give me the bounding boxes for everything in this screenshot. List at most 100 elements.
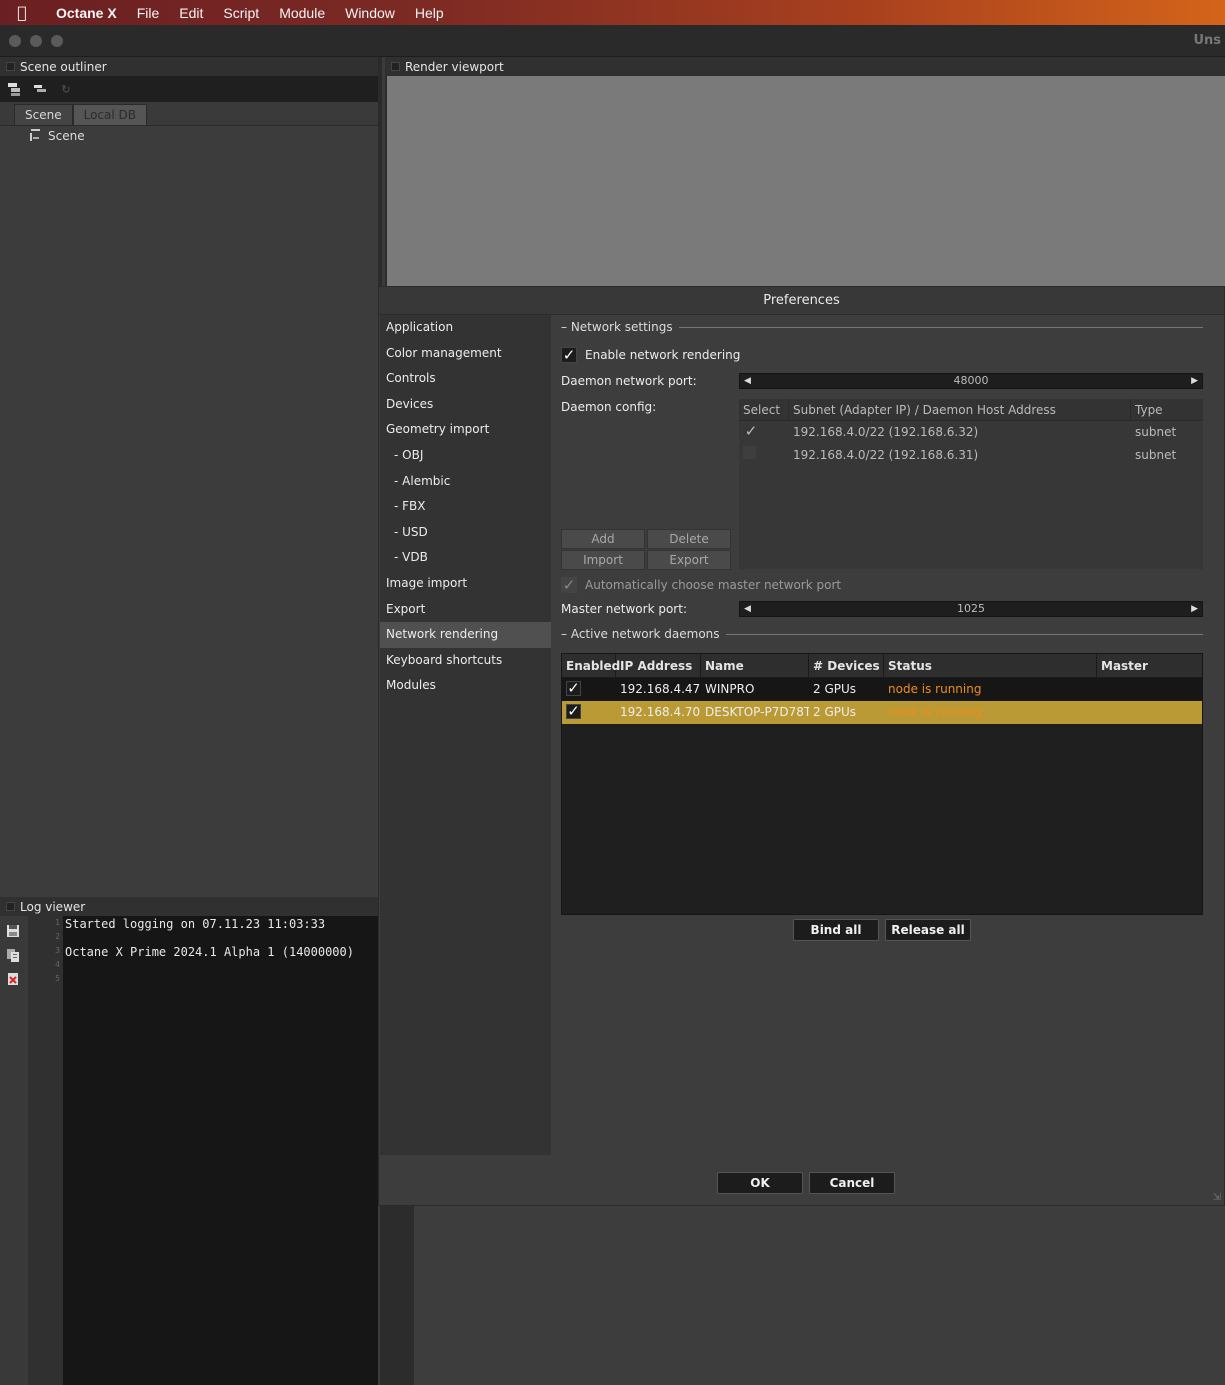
menubar:  Octane X File Edit Script Module Windo… [0, 0, 1225, 25]
close-window-button[interactable] [9, 35, 21, 47]
menu-app-name[interactable]: Octane X [44, 5, 127, 21]
import-button[interactable]: Import [561, 550, 645, 570]
resize-grip-icon[interactable]: ⇲ [1213, 1192, 1221, 1203]
divider [725, 633, 1203, 635]
bind-all-button[interactable]: Bind all [793, 919, 879, 941]
menu-module[interactable]: Module [269, 5, 335, 21]
menu-edit[interactable]: Edit [169, 5, 213, 21]
log-line: Started logging on 07.11.23 11:03:33 [65, 917, 326, 931]
tab-local-db[interactable]: Local DB [72, 104, 147, 125]
nav-keyboard-shortcuts[interactable]: Keyboard shortcuts [380, 648, 551, 674]
col-subnet[interactable]: Subnet (Adapter IP) / Daemon Host Addres… [789, 399, 1131, 420]
cancel-button[interactable]: Cancel [809, 1172, 895, 1194]
decrement-arrow-icon[interactable]: ◀ [744, 374, 751, 388]
log-text-area[interactable]: Started logging on 07.11.23 11:03:33 Oct… [63, 916, 378, 1385]
nav-controls[interactable]: Controls [380, 366, 551, 392]
row-devices: 2 GPUs [813, 705, 857, 719]
log-toolbar [0, 916, 28, 1385]
refresh-icon[interactable]: ↻ [58, 82, 74, 96]
menu-help[interactable]: Help [405, 5, 454, 21]
row-select-checkbox[interactable]: ✓ [739, 421, 789, 444]
nav-application[interactable]: Application [380, 315, 551, 341]
nav-image-import[interactable]: Image import [380, 571, 551, 597]
delete-button[interactable]: Delete [647, 529, 731, 549]
clear-log-icon[interactable] [6, 972, 22, 988]
enabled-checkbox[interactable]: ✓ [562, 678, 616, 701]
enable-network-checkbox[interactable]: ✓ [561, 347, 577, 363]
col-type[interactable]: Type [1131, 399, 1203, 420]
master-port-label: Master network port: [561, 602, 687, 616]
table-row[interactable]: 192.168.4.0/22 (192.168.6.31) subnet [739, 444, 1203, 467]
row-master [1097, 701, 1202, 724]
col-devices[interactable]: # Devices [809, 654, 884, 677]
daemon-port-row: Daemon network port: ◀ 48000 ▶ [561, 370, 1203, 392]
active-table-header: Enabled IP Address Name # Devices Status… [562, 654, 1202, 678]
row-type: subnet [1135, 448, 1177, 462]
save-log-icon[interactable] [6, 924, 22, 940]
log-line: Octane X Prime 2024.1 Alpha 1 (14000000) [65, 945, 354, 959]
col-name[interactable]: Name [701, 654, 809, 677]
table-row-selected[interactable]: ✓ 192.168.4.70 DESKTOP-P7D78TU 2 GPUs no… [562, 701, 1202, 724]
enable-network-label: Enable network rendering [585, 348, 741, 362]
auto-master-checkbox[interactable]: ✓ [561, 577, 577, 593]
row-address: 192.168.4.0/22 (192.168.6.32) [793, 425, 979, 439]
line-number: 4 [55, 960, 60, 969]
daemon-table-header: Select Subnet (Adapter IP) / Daemon Host… [739, 399, 1203, 421]
scene-outliner-panel: Scene outliner ↻ Scene Local DB Scene [0, 57, 382, 897]
table-row[interactable]: ✓ 192.168.4.47 WINPRO 2 GPUs node is run… [562, 678, 1202, 701]
zoom-window-button[interactable] [51, 35, 63, 47]
row-address: 192.168.4.0/22 (192.168.6.31) [793, 448, 979, 462]
master-port-spinner[interactable]: ◀ 1025 ▶ [739, 601, 1203, 617]
col-master[interactable]: Master [1097, 654, 1202, 677]
col-select[interactable]: Select [739, 399, 789, 420]
nav-geometry-import[interactable]: Geometry import [380, 417, 551, 443]
menu-script[interactable]: Script [213, 5, 269, 21]
panel-toggle-icon[interactable] [6, 902, 15, 911]
nav-alembic[interactable]: - Alembic [380, 469, 551, 495]
nav-devices[interactable]: Devices [380, 392, 551, 418]
nav-usd[interactable]: - USD [380, 520, 551, 546]
tab-scene[interactable]: Scene [14, 104, 73, 125]
nav-vdb[interactable]: - VDB [380, 545, 551, 571]
render-canvas[interactable] [387, 76, 1225, 287]
nav-modules[interactable]: Modules [380, 673, 551, 699]
nav-network-rendering[interactable]: Network rendering [380, 622, 551, 648]
add-button[interactable]: Add [561, 529, 645, 549]
log-line-numbers: 1 2 3 4 5 [28, 916, 63, 1385]
row-select-checkbox[interactable] [739, 444, 789, 467]
menu-file[interactable]: File [127, 5, 170, 21]
expand-all-icon[interactable] [6, 82, 22, 96]
copy-log-icon[interactable] [6, 948, 22, 964]
enabled-checkbox[interactable]: ✓ [562, 701, 616, 724]
table-row[interactable]: ✓ 192.168.4.0/22 (192.168.6.32) subnet [739, 421, 1203, 444]
master-port-value: 1025 [957, 602, 985, 615]
export-button[interactable]: Export [647, 550, 731, 570]
nav-fbx[interactable]: - FBX [380, 494, 551, 520]
nav-obj[interactable]: - OBJ [380, 443, 551, 469]
preferences-nav: Application Color management Controls De… [380, 315, 551, 1155]
panel-toggle-icon[interactable] [391, 62, 400, 71]
daemon-port-spinner[interactable]: ◀ 48000 ▶ [739, 373, 1203, 389]
release-all-button[interactable]: Release all [885, 919, 971, 941]
render-viewport-header: Render viewport [385, 57, 1225, 76]
col-enabled[interactable]: Enabled [562, 654, 620, 677]
increment-arrow-icon[interactable]: ▶ [1191, 602, 1198, 616]
decrement-arrow-icon[interactable]: ◀ [744, 602, 751, 616]
col-status[interactable]: Status [884, 654, 1097, 677]
ok-button[interactable]: OK [717, 1172, 803, 1194]
apple-icon[interactable]:  [0, 3, 44, 22]
active-daemons-table: Enabled IP Address Name # Devices Status… [561, 653, 1203, 915]
menu-window[interactable]: Window [335, 5, 405, 21]
row-name: WINPRO [705, 682, 755, 696]
collapse-all-icon[interactable] [32, 82, 48, 96]
panel-toggle-icon[interactable] [6, 62, 15, 71]
preferences-title: Preferences [379, 287, 1224, 315]
minimize-window-button[interactable] [30, 35, 42, 47]
master-port-row: Master network port: ◀ 1025 ▶ [561, 598, 1203, 620]
nav-color-management[interactable]: Color management [380, 341, 551, 367]
col-ip[interactable]: IP Address [616, 654, 701, 677]
nav-export[interactable]: Export [380, 597, 551, 623]
outliner-tabs: Scene Local DB [0, 102, 378, 126]
increment-arrow-icon[interactable]: ▶ [1191, 374, 1198, 388]
tree-item-scene[interactable]: Scene [0, 126, 378, 146]
